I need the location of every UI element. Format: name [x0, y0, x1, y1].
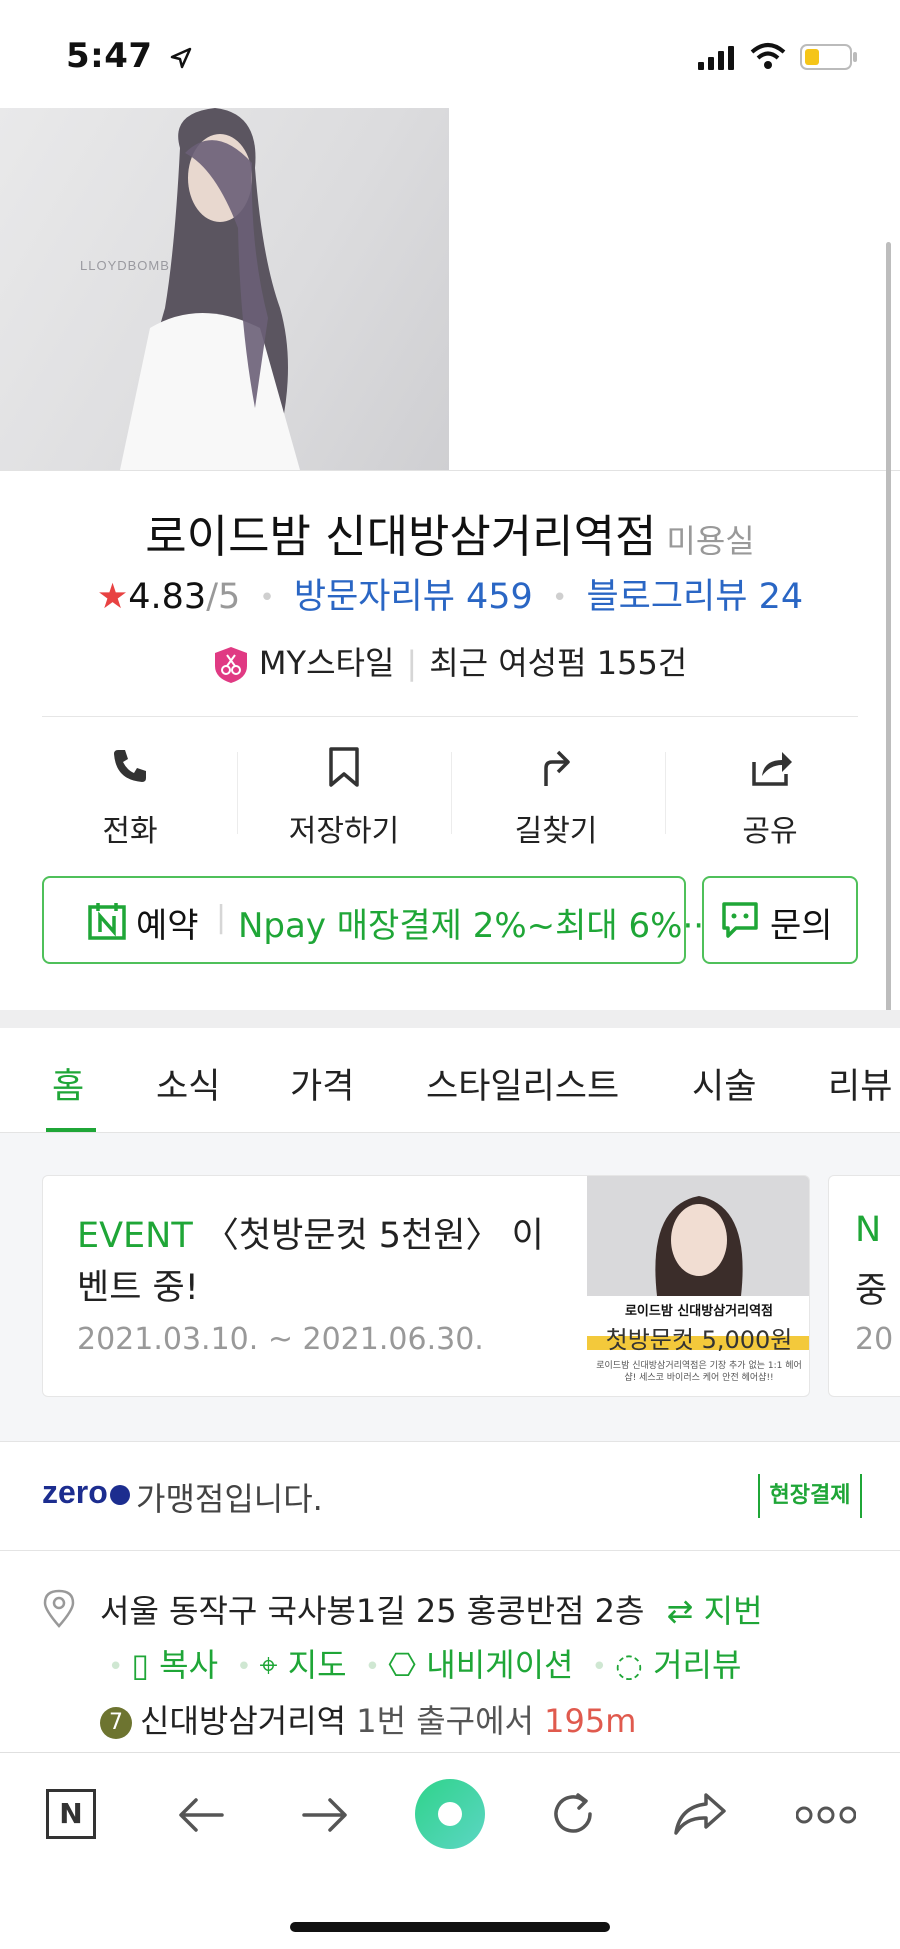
npay-promo: Npay 매장결제 2%~최대 6%··· — [238, 906, 715, 946]
call-button[interactable]: 전화 — [40, 746, 220, 856]
directions-button[interactable]: 길찾기 — [466, 746, 646, 856]
star-icon: ★ — [96, 577, 129, 617]
style-row: MY스타일 | 최근 여성펌 155건 — [0, 638, 900, 684]
place-title: 로이드밤 신대방삼거리역점 미용실 — [0, 500, 900, 565]
onsite-payment-badge: 현장결제 — [758, 1474, 862, 1518]
tab-active-indicator — [46, 1128, 96, 1132]
tab-treatment[interactable]: 시술 — [692, 1058, 756, 1109]
zeropay-text: 가맹점입니다. — [136, 1480, 323, 1518]
reserve-button[interactable]: 예약 | Npay 매장결제 2%~최대 6%··· — [42, 876, 715, 964]
hero-image[interactable]: LLOYDBOMB — [0, 108, 449, 470]
my-style-badge-icon — [214, 647, 247, 683]
save-label: 저장하기 — [288, 814, 400, 849]
rating-max: /5 — [206, 577, 241, 617]
event-thumbnail: 로이드밤 신대방삼거리역점 첫방문컷 5,000원 로이드밤 신대방삼거리역점은… — [587, 1176, 809, 1396]
reserve-label: 예약 — [136, 906, 199, 946]
my-style-label[interactable]: MY스타일 — [259, 644, 394, 682]
event2-tag: N — [855, 1210, 882, 1250]
zeropay-logo: zero — [42, 1474, 130, 1511]
refresh-icon[interactable] — [548, 1789, 598, 1839]
share-button[interactable]: 공유 — [680, 746, 860, 856]
recent-count: 최근 여성펌 155건 — [429, 644, 688, 682]
divider — [665, 752, 666, 834]
hero-watermark: LLOYDBOMB — [80, 258, 170, 273]
event-image-note: 로이드밤 신대방삼거리역점은 기장 추가 없는 1:1 헤어샵! 세스코 바이러… — [596, 1361, 802, 1383]
save-button[interactable]: 저장하기 — [254, 746, 434, 856]
event2-text: 중 — [855, 1271, 888, 1311]
tab-review[interactable]: 리뷰 — [828, 1058, 892, 1109]
share-label: 공유 — [742, 814, 798, 849]
place-name: 로이드밤 신대방삼거리역점 — [145, 510, 657, 563]
signal-icon — [698, 46, 738, 74]
dot-separator: • — [551, 583, 568, 613]
tab-home[interactable]: 홈 — [52, 1058, 84, 1109]
address-links: • ▯ 복사 • ⌖ 지도 • ⎔ 내비게이션 • ◌ 거리뷰 — [108, 1646, 742, 1684]
directions-label: 길찾기 — [514, 814, 598, 849]
lot-number-button[interactable]: ⇄ 지번 — [667, 1592, 763, 1630]
naver-calendar-icon — [88, 903, 126, 940]
bookmark-icon — [329, 747, 359, 787]
event-image-title: 로이드밤 신대방삼거리역점 — [624, 1304, 774, 1319]
event-card-next[interactable]: N 중 20 — [828, 1175, 900, 1397]
tab-news[interactable]: 소식 — [156, 1058, 220, 1109]
divider — [451, 752, 452, 834]
bottom-toolbar: N — [0, 1752, 900, 1949]
inquiry-button[interactable]: 문의 — [702, 876, 858, 964]
subway-exit: 1번 출구에서 — [356, 1702, 534, 1740]
place-category: 미용실 — [666, 522, 755, 560]
subway-station: 신대방삼거리역 — [140, 1702, 347, 1740]
rating-value: 4.83 — [128, 577, 207, 617]
dot-separator: • — [259, 583, 275, 613]
wifi-icon — [750, 42, 786, 74]
event-card[interactable]: EVENT 〈첫방문컷 5천원〉 이벤트 중! 2021.03.10. ~ 20… — [42, 1175, 810, 1397]
more-icon[interactable] — [796, 1805, 856, 1825]
directions-icon — [544, 750, 570, 786]
divider — [0, 1441, 900, 1442]
section-gap — [0, 1010, 900, 1028]
blog-review-link[interactable]: 블로그리뷰 24 — [586, 577, 803, 617]
share-icon — [752, 752, 792, 786]
tab-price[interactable]: 가격 — [290, 1058, 354, 1109]
address-text: 서울 동작구 국사봉1길 25 홍콩반점 2층 ⇄ 지번 — [100, 1592, 763, 1630]
subway-line-badge: 7 — [100, 1707, 132, 1739]
forward-icon[interactable] — [300, 1795, 350, 1835]
divider — [0, 470, 900, 471]
visitor-review-link[interactable]: 방문자리뷰 459 — [294, 577, 533, 617]
subway-info: 7 신대방삼거리역 1번 출구에서 195m — [100, 1696, 636, 1742]
battery-icon — [800, 44, 858, 74]
location-arrow-icon — [170, 47, 192, 68]
back-icon[interactable] — [176, 1795, 226, 1835]
copy-link[interactable]: ▯ 복사 — [131, 1646, 218, 1684]
divider — [0, 1550, 900, 1551]
tab-stylist[interactable]: 스타일리스트 — [426, 1058, 619, 1109]
location-pin-icon — [42, 1588, 76, 1632]
event-title: EVENT 〈첫방문컷 5천원〉 이벤트 중! — [77, 1210, 557, 1314]
phone-icon — [114, 750, 146, 782]
call-label: 전화 — [102, 814, 158, 849]
subway-distance: 195m — [544, 1702, 637, 1740]
map-link[interactable]: ⌖ 지도 — [260, 1646, 347, 1684]
green-dot-icon[interactable] — [413, 1777, 487, 1851]
divider — [42, 716, 858, 717]
rating-row: ★4.83/5 • 방문자리뷰 459 • 블로그리뷰 24 — [0, 568, 900, 619]
navigation-link[interactable]: ⎔ 내비게이션 — [388, 1646, 573, 1684]
event-date: 2021.03.10. ~ 2021.06.30. — [77, 1322, 484, 1357]
inquiry-label: 문의 — [770, 906, 833, 946]
tab-bar: 홈 소식 가격 스타일리스트 시술 리뷰 — [0, 1028, 900, 1133]
event-image-price: 첫방문컷 5,000원 — [605, 1326, 793, 1354]
event-tag: EVENT — [77, 1216, 193, 1256]
status-time: 5:47 — [66, 36, 193, 76]
naver-home-button[interactable]: N — [46, 1789, 96, 1839]
divider — [237, 752, 238, 834]
share-icon[interactable] — [672, 1791, 728, 1837]
street-view-link[interactable]: ◌ 거리뷰 — [615, 1646, 741, 1684]
home-indicator — [290, 1922, 610, 1932]
chat-icon — [722, 902, 758, 938]
event2-date: 20 — [855, 1322, 894, 1357]
